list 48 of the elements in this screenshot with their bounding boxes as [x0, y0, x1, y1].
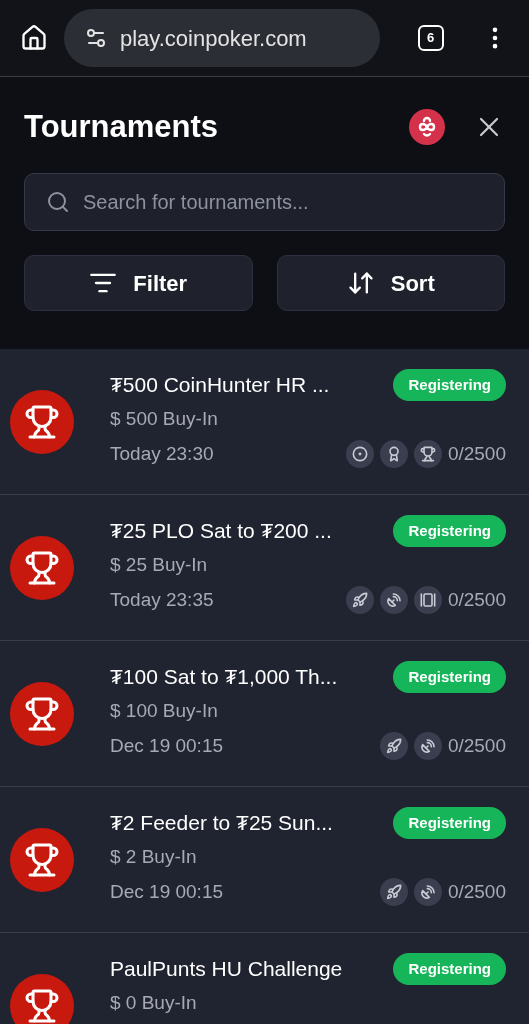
tournament-title: ₮2 Feeder to ₮25 Sun...	[110, 810, 334, 837]
tournament-title: ₮25 PLO Sat to ₮200 ...	[110, 518, 333, 545]
satellite-dish-icon	[379, 585, 408, 614]
trophy-icon	[413, 439, 442, 468]
trophy-icon	[24, 403, 60, 440]
start-time: Dec 19 00:15	[110, 879, 225, 904]
start-time: Dec 19 00:15	[110, 733, 225, 758]
entries-count: 0/2500	[447, 733, 506, 758]
tab-count-button[interactable]: 6	[417, 25, 444, 51]
tournament-title: ₮500 CoinHunter HR ...	[110, 372, 331, 399]
buy-in-text: $ 25 Buy-In	[110, 553, 209, 577]
logo-icon	[409, 109, 445, 145]
status-badge: Registering	[393, 661, 506, 693]
rocket-icon	[345, 585, 374, 614]
trophy-icon	[24, 987, 60, 1024]
status-badge: Registering	[393, 807, 506, 839]
sort-button[interactable]: Sort	[276, 255, 505, 311]
buy-in-text: $ 0 Buy-In	[110, 991, 198, 1015]
address-bar[interactable]: play.coinpoker.com	[64, 9, 380, 67]
start-time: Today 23:35	[110, 587, 215, 612]
status-badge: Registering	[393, 515, 506, 547]
status-badge: Registering	[393, 369, 506, 401]
filter-button[interactable]: Filter	[24, 255, 253, 311]
satellite-dish-icon	[413, 877, 442, 906]
buy-in-text: $ 500 Buy-In	[110, 407, 219, 431]
trophy-icon	[24, 841, 60, 878]
target-icon	[345, 439, 374, 468]
status-badge: Registering	[393, 953, 506, 985]
buy-in-text: $ 2 Buy-In	[110, 845, 198, 869]
entries-count: 0/2500	[447, 587, 506, 612]
entries-count: 0/2500	[447, 441, 506, 466]
buy-in-text: $ 100 Buy-In	[110, 699, 219, 723]
rocket-icon	[379, 731, 408, 760]
entries-count: 0/2500	[447, 879, 506, 904]
search-field[interactable]: Search for tournaments...	[24, 173, 505, 231]
panel-title: Tournaments	[24, 107, 220, 146]
tournament-title: PaulPunts HU Challenge	[110, 956, 344, 983]
start-time: Today 23:30	[110, 441, 215, 466]
satellite-dish-icon	[413, 731, 442, 760]
site-settings-icon[interactable]	[84, 26, 108, 50]
trophy-icon	[24, 549, 60, 586]
cards-icon	[413, 585, 442, 614]
home-icon[interactable]	[20, 24, 48, 52]
url-text: play.coinpoker.com	[120, 24, 307, 53]
tournament-title: ₮100 Sat to ₮1,000 Th...	[110, 664, 339, 691]
search-icon	[46, 190, 70, 214]
rocket-icon	[379, 877, 408, 906]
trophy-icon	[24, 695, 60, 732]
